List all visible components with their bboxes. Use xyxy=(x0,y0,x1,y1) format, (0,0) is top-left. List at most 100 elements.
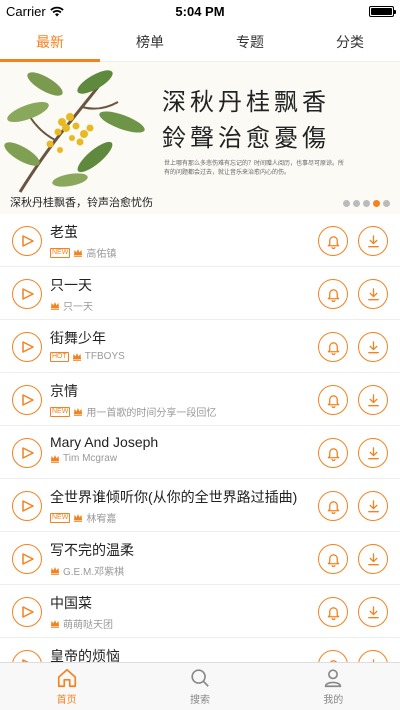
play-icon xyxy=(20,553,34,565)
download-button[interactable] xyxy=(358,597,388,627)
song-title: 街舞少年 xyxy=(50,330,106,346)
download-icon xyxy=(366,605,381,620)
bell-icon xyxy=(326,234,341,249)
banner-dot[interactable] xyxy=(363,200,370,207)
song-title: 写不完的温柔 xyxy=(50,542,134,558)
song-meta: G.E.M.邓紫棋 xyxy=(50,563,310,578)
song-meta: NEW 用一首歌的时间分享一段回忆 xyxy=(50,404,310,419)
bell-icon xyxy=(326,552,341,567)
user-icon xyxy=(325,669,342,688)
tab-charts[interactable]: 榜单 xyxy=(100,22,200,61)
song-row[interactable]: 中国菜 萌萌哒天团 xyxy=(0,585,400,638)
nav-home-label: 首页 xyxy=(56,695,77,706)
song-text: 街舞少年 HOT TFBOYS xyxy=(50,328,310,362)
download-button[interactable] xyxy=(358,650,388,662)
song-meta: HOT TFBOYS xyxy=(50,351,310,362)
play-icon xyxy=(20,288,34,300)
wifi-icon xyxy=(50,6,64,16)
song-artist: 萌萌哒天团 xyxy=(63,620,113,631)
download-button[interactable] xyxy=(358,332,388,362)
song-meta: 萌萌哒天团 xyxy=(50,616,310,631)
song-row[interactable]: 只一天 只一天 xyxy=(0,267,400,320)
nav-home[interactable]: 首页 xyxy=(0,663,133,710)
play-icon xyxy=(20,606,34,618)
download-icon xyxy=(366,552,381,567)
song-row[interactable]: 写不完的温柔 G.E.M.邓紫棋 xyxy=(0,532,400,585)
battery-icon xyxy=(369,5,396,17)
status-right xyxy=(260,5,400,17)
song-meta: NEW 林宥嘉 xyxy=(50,510,310,525)
song-artist: 用一首歌的时间分享一段回忆 xyxy=(86,408,217,419)
banner-dot[interactable] xyxy=(343,200,350,207)
set-ringtone-button[interactable] xyxy=(318,438,348,468)
song-row[interactable]: 街舞少年 HOT TFBOYS xyxy=(0,320,400,373)
set-ringtone-button[interactable] xyxy=(318,226,348,256)
banner-dot[interactable] xyxy=(383,200,390,207)
song-row[interactable]: 皇帝的烦恼 xyxy=(0,638,400,662)
play-button[interactable] xyxy=(12,279,42,309)
song-row[interactable]: 京情 NEW 用一首歌的时间分享一段回忆 xyxy=(0,373,400,426)
download-button[interactable] xyxy=(358,491,388,521)
set-ringtone-button[interactable] xyxy=(318,650,348,662)
download-button[interactable] xyxy=(358,438,388,468)
crown-icon xyxy=(74,514,83,522)
tab-latest[interactable]: 最新 xyxy=(0,22,100,62)
crown-icon xyxy=(51,302,59,310)
download-icon xyxy=(366,393,381,408)
play-button[interactable] xyxy=(12,650,42,662)
download-button[interactable] xyxy=(358,279,388,309)
nav-search-label: 搜索 xyxy=(189,695,210,706)
song-tag-badge: NEW xyxy=(50,406,71,417)
download-button[interactable] xyxy=(358,385,388,415)
banner[interactable]: 深秋丹桂飘香 鈴聲治愈憂傷 世上哪有那么多悲伤难有忘记的？时间赠人阅历，也事尽可… xyxy=(0,62,400,214)
song-artist: TFBOYS xyxy=(84,351,125,362)
song-title: 只一天 xyxy=(50,277,92,293)
play-button[interactable] xyxy=(12,438,42,468)
song-title: 全世界谁倾听你(从你的全世界路过插曲) xyxy=(50,489,298,505)
play-icon xyxy=(20,394,34,406)
play-icon xyxy=(20,341,34,353)
song-row[interactable]: 全世界谁倾听你(从你的全世界路过插曲) NEW 林宥嘉 xyxy=(0,479,400,532)
bell-icon xyxy=(326,446,341,461)
song-meta: Tim Mcgraw xyxy=(50,453,310,464)
play-button[interactable] xyxy=(12,597,42,627)
download-button[interactable] xyxy=(358,226,388,256)
tab-categories[interactable]: 分类 xyxy=(300,22,400,61)
tab-topics[interactable]: 专题 xyxy=(200,22,300,61)
song-artist: 只一天 xyxy=(63,302,93,313)
bell-icon xyxy=(326,287,341,302)
play-button[interactable] xyxy=(12,385,42,415)
carrier-label: Carrier xyxy=(6,3,46,19)
download-icon xyxy=(366,446,381,461)
song-title: 老茧 xyxy=(50,224,78,240)
song-row[interactable]: Mary And Joseph Tim Mcgraw xyxy=(0,426,400,479)
song-tag-badge: NEW xyxy=(50,247,71,258)
song-row[interactable]: 老茧 NEW 高佑镇 xyxy=(0,214,400,267)
set-ringtone-button[interactable] xyxy=(318,279,348,309)
download-button[interactable] xyxy=(358,544,388,574)
song-list: 老茧 NEW 高佑镇 只一天 只一天 街舞少年 HOT TFBOYS 京情 NEW 用一首歌的时间分… xyxy=(0,214,400,662)
set-ringtone-button[interactable] xyxy=(318,597,348,627)
nav-search[interactable]: 搜索 xyxy=(133,663,266,710)
search-icon xyxy=(191,669,209,687)
play-icon xyxy=(20,500,34,512)
set-ringtone-button[interactable] xyxy=(318,544,348,574)
play-button[interactable] xyxy=(12,544,42,574)
nav-profile[interactable]: 我的 xyxy=(267,663,400,710)
play-button[interactable] xyxy=(12,226,42,256)
crown-icon xyxy=(51,567,59,575)
set-ringtone-button[interactable] xyxy=(318,385,348,415)
banner-dot[interactable] xyxy=(353,200,360,207)
song-text: 中国菜 萌萌哒天团 xyxy=(50,593,310,631)
status-left: Carrier xyxy=(0,4,140,19)
song-artist: Tim Mcgraw xyxy=(63,453,118,464)
song-meta: NEW 高佑镇 xyxy=(50,245,310,260)
play-button[interactable] xyxy=(12,332,42,362)
set-ringtone-button[interactable] xyxy=(318,491,348,521)
song-text: 老茧 NEW 高佑镇 xyxy=(50,222,310,260)
banner-page-dots[interactable] xyxy=(343,200,390,207)
play-button[interactable] xyxy=(12,491,42,521)
set-ringtone-button[interactable] xyxy=(318,332,348,362)
banner-dot[interactable] xyxy=(373,200,380,207)
bottom-nav: 首页 搜索 我的 xyxy=(0,662,400,710)
